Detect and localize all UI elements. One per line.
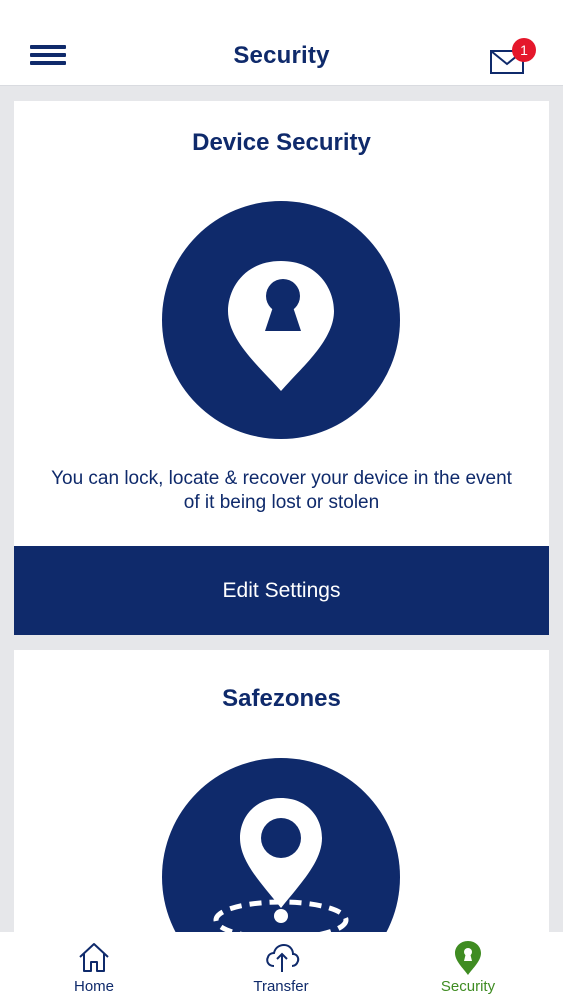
nav-label-security: Security xyxy=(440,978,496,995)
device-security-card: Device Security You can lock, locate & r… xyxy=(14,101,549,635)
location-keyhole-icon xyxy=(455,941,481,975)
nav-item-home[interactable]: Home xyxy=(24,932,164,1000)
page-title: Security xyxy=(233,42,330,69)
nav-item-transfer[interactable]: Transfer xyxy=(211,932,351,1000)
safezones-title: Safezones xyxy=(222,685,341,712)
bottom-navigation: Home Transfer Security xyxy=(0,932,563,1000)
device-security-title: Device Security xyxy=(192,129,371,156)
device-security-description: You can lock, locate & recover your devi… xyxy=(51,468,512,513)
home-icon xyxy=(79,943,109,972)
messages-button[interactable]: 1 xyxy=(490,38,536,78)
edit-settings-button[interactable]: Edit Settings xyxy=(14,546,549,635)
device-security-illustration xyxy=(162,201,400,439)
nav-label-home: Home xyxy=(73,978,114,995)
notification-badge: 1 xyxy=(512,38,536,62)
nav-item-security[interactable]: Security xyxy=(398,932,538,1000)
top-bar: Security 1 xyxy=(0,0,563,86)
nav-label-transfer: Transfer xyxy=(253,978,309,995)
location-keyhole-icon xyxy=(228,261,334,391)
cloud-upload-icon xyxy=(266,943,300,972)
app-root: Security 1 Device Security You can lock,… xyxy=(0,0,563,1000)
